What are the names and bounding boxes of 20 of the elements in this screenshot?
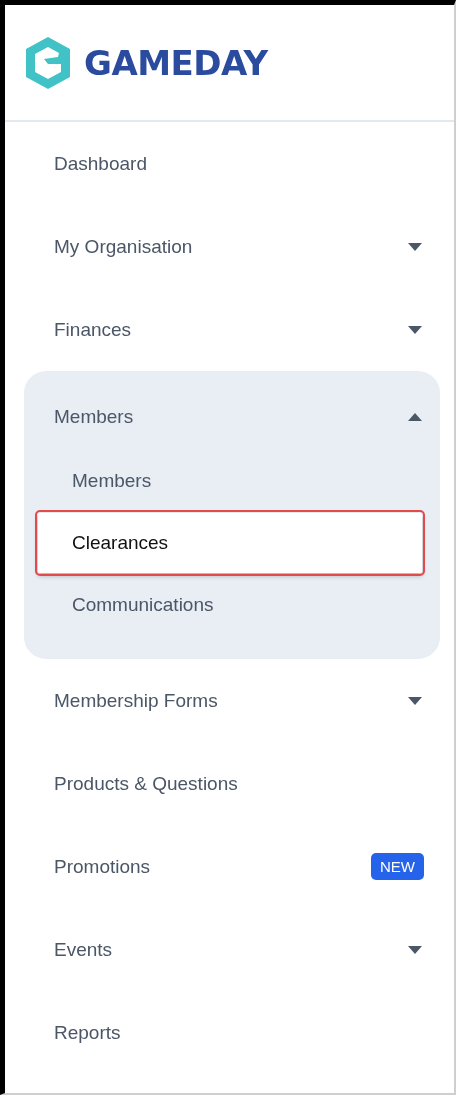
nav-item[interactable]: Promotions [54, 855, 151, 878]
nav-item[interactable]: Members [54, 406, 134, 428]
nav-item[interactable]: Reports [54, 1021, 121, 1044]
nav-item[interactable]: My Organisation [54, 235, 193, 258]
new-badge: NEW [371, 853, 424, 880]
sub-nav-item[interactable]: Communications [42, 575, 422, 635]
nav-item[interactable]: Finances [54, 318, 132, 341]
caret-up-icon[interactable] [408, 413, 422, 421]
caret-down-icon[interactable] [408, 242, 422, 251]
nav-item[interactable]: Products & Questions [54, 772, 238, 795]
logo-icon [24, 36, 72, 89]
caret-down-icon[interactable] [408, 325, 422, 334]
nav-item[interactable]: Dashboard [54, 152, 147, 175]
caret-down-icon[interactable] [408, 696, 422, 705]
nav-item[interactable]: Membership Forms [54, 689, 218, 712]
caret-down-icon[interactable] [408, 945, 422, 954]
nav-item[interactable]: Events [54, 938, 113, 961]
sub-nav-item[interactable]: Clearances [38, 513, 422, 573]
sub-nav-item[interactable]: Members [42, 451, 422, 511]
logo-text: GAMEDAY [84, 42, 268, 83]
